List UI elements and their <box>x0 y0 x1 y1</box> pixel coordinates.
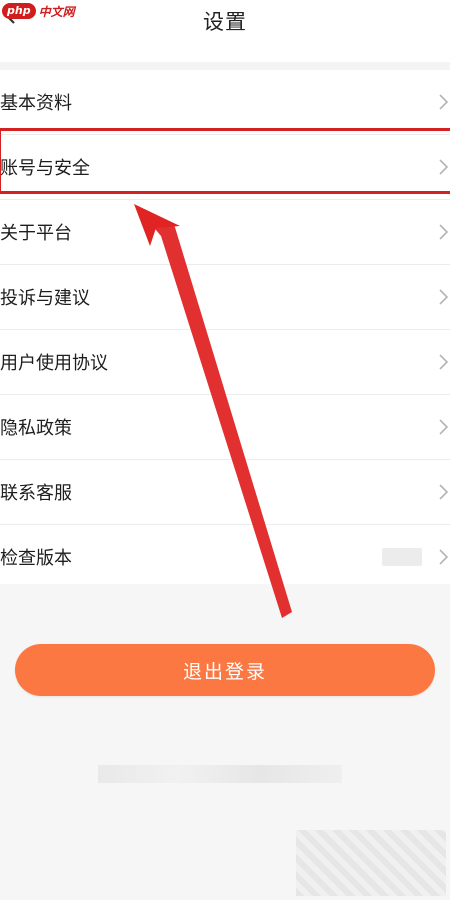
menu-item-user-agreement[interactable]: 用户使用协议 <box>0 330 450 395</box>
chevron-right-icon <box>439 484 449 500</box>
menu-item-basic-info[interactable]: 基本资料 <box>0 70 450 135</box>
menu-item-contact-support[interactable]: 联系客服 <box>0 460 450 525</box>
header-bar: php 中文网 设置 <box>0 0 450 62</box>
chevron-right-icon <box>439 354 449 370</box>
chevron-right-icon <box>439 289 449 305</box>
chevron-right-icon <box>439 419 449 435</box>
chevron-right-icon <box>439 224 449 240</box>
version-value-redacted <box>382 548 422 566</box>
menu-item-check-version[interactable]: 检查版本 <box>0 525 450 590</box>
corner-watermark <box>296 830 446 896</box>
menu-item-about-platform[interactable]: 关于平台 <box>0 200 450 265</box>
section-divider <box>0 62 450 70</box>
menu-item-label: 基本资料 <box>0 93 72 114</box>
menu-item-label: 隐私政策 <box>0 418 72 439</box>
menu-item-label: 账号与安全 <box>0 158 90 179</box>
menu-item-privacy-policy[interactable]: 隐私政策 <box>0 395 450 460</box>
menu-item-label: 检查版本 <box>0 548 72 569</box>
chevron-right-icon <box>439 94 449 110</box>
logout-button[interactable]: 退出登录 <box>15 644 435 696</box>
chevron-right-icon <box>439 549 449 565</box>
menu-item-label: 用户使用协议 <box>0 353 108 374</box>
menu-item-label: 关于平台 <box>0 223 72 244</box>
chevron-right-icon <box>439 159 449 175</box>
menu-item-label: 联系客服 <box>0 483 72 504</box>
redacted-footer-text <box>98 765 342 783</box>
page-title: 设置 <box>203 10 247 34</box>
menu-item-feedback[interactable]: 投诉与建议 <box>0 265 450 330</box>
settings-menu: 基本资料 账号与安全 关于平台 投诉与建议 用户使用协议 隐私政策 联系客服 检… <box>0 70 450 590</box>
menu-item-account-security[interactable]: 账号与安全 <box>0 135 450 200</box>
menu-item-label: 投诉与建议 <box>0 288 90 309</box>
